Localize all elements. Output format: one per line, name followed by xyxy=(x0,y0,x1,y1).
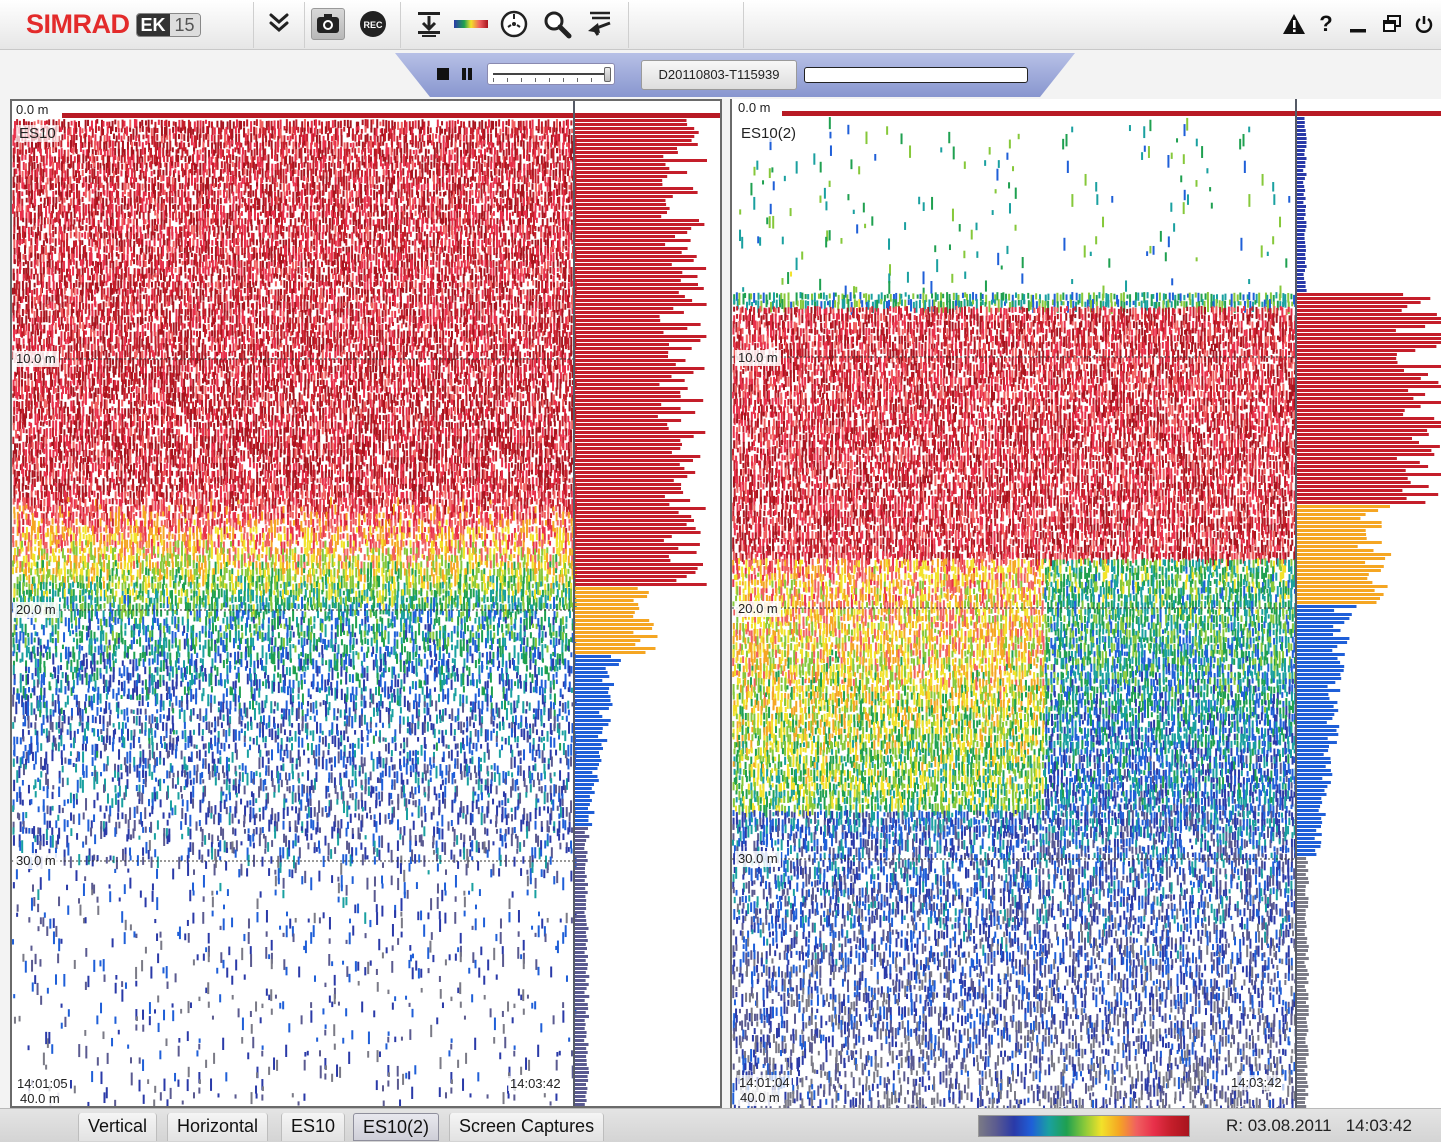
tab-es10[interactable]: ES10 xyxy=(281,1113,346,1141)
depth-profile xyxy=(575,119,707,1106)
depth-label: 30.0 m xyxy=(735,851,781,867)
tab-vertical[interactable]: Vertical xyxy=(78,1113,158,1141)
pause-button[interactable] xyxy=(461,68,473,80)
logo-model-prefix: EK xyxy=(136,13,170,36)
tab-es10-2[interactable]: ES10(2) xyxy=(353,1113,440,1141)
minimize-icon[interactable] xyxy=(1346,10,1370,38)
depth-range-icon[interactable] xyxy=(412,8,446,40)
toolbar-separator xyxy=(628,2,629,48)
color-scale-bar xyxy=(978,1115,1190,1137)
tab-horizontal[interactable]: Horizontal xyxy=(167,1113,269,1141)
logo-model-badge: EK 15 xyxy=(135,12,201,37)
simrad-logo: SIMRAD EK 15 xyxy=(26,9,201,40)
ek15-application: SIMRAD EK 15 REC ? D20110803-T115939 0.0… xyxy=(0,0,1441,1142)
warning-icon[interactable] xyxy=(1282,10,1306,38)
chevrons-down-icon[interactable] xyxy=(262,8,296,40)
replay-bar: D20110803-T115939 xyxy=(395,53,1075,97)
transmit-icon[interactable] xyxy=(582,8,616,40)
status-date: R: 03.08.2011 xyxy=(1226,1116,1332,1135)
echogram-es10[interactable] xyxy=(12,101,720,1106)
toolbar-separator xyxy=(253,2,254,48)
echogram-samples xyxy=(732,117,1297,1108)
channel-label: ES10 xyxy=(16,125,59,142)
end-time-label: 14:03:42 xyxy=(1229,1075,1284,1090)
depth-label: 0.0 m xyxy=(735,100,774,116)
surface-echo-line xyxy=(62,113,720,118)
echogram-samples xyxy=(12,119,577,1106)
status-datetime: R: 03.08.2011 14:03:42 xyxy=(1226,1116,1412,1136)
slider-ticks xyxy=(493,78,604,82)
tab-screen-captures[interactable]: Screen Captures xyxy=(449,1113,605,1141)
bottom-status-bar: Vertical Horizontal ES10 ES10(2) Screen … xyxy=(0,1108,1441,1142)
zoom-icon[interactable] xyxy=(540,8,574,40)
restore-icon[interactable] xyxy=(1380,10,1404,38)
power-icon[interactable] xyxy=(1412,10,1436,38)
echogram-es10-2[interactable] xyxy=(732,99,1441,1108)
color-scale-icon[interactable] xyxy=(454,8,488,40)
start-time-label: 14:01:04 xyxy=(737,1075,792,1090)
surface-echo-line xyxy=(782,111,1441,116)
record-label: REC xyxy=(363,20,383,30)
status-time: 14:03:42 xyxy=(1346,1116,1412,1135)
toolbar-separator xyxy=(400,2,401,48)
depth-label: 30.0 m xyxy=(13,853,59,869)
echogram-panel-es10[interactable]: 0.0 m 10.0 m 20.0 m 30.0 m 40.0 m ES10 1… xyxy=(10,99,722,1108)
main-toolbar: SIMRAD EK 15 REC ? xyxy=(0,0,1441,50)
end-time-label: 14:03:42 xyxy=(508,1076,563,1091)
depth-label: 10.0 m xyxy=(735,350,781,366)
camera-icon[interactable] xyxy=(311,8,345,40)
depth-label: 20.0 m xyxy=(735,601,781,617)
depth-label: 20.0 m xyxy=(13,602,59,618)
logo-model-number: 15 xyxy=(169,13,200,36)
echogram-panel-es10-2[interactable]: 0.0 m 10.0 m 20.0 m 30.0 m 40.0 m ES10(2… xyxy=(730,99,1441,1108)
channel-label: ES10(2) xyxy=(738,125,800,142)
target-icon[interactable] xyxy=(497,8,531,40)
slider-thumb[interactable] xyxy=(604,67,611,82)
toolbar-separator xyxy=(743,2,744,48)
depth-profile xyxy=(1297,117,1441,1108)
start-time-label: 14:01:05 xyxy=(15,1076,70,1091)
stop-button[interactable] xyxy=(437,68,449,80)
toolbar-separator xyxy=(304,2,305,48)
replay-file-name[interactable]: D20110803-T115939 xyxy=(641,60,797,90)
logo-brand-text: SIMRAD xyxy=(26,9,130,40)
help-icon[interactable]: ? xyxy=(1314,10,1338,38)
replay-speed-slider[interactable] xyxy=(487,63,615,85)
depth-label: 40.0 m xyxy=(17,1091,63,1106)
slider-track xyxy=(493,73,604,75)
depth-label: 10.0 m xyxy=(13,351,59,367)
depth-label: 40.0 m xyxy=(737,1090,783,1106)
record-icon[interactable]: REC xyxy=(356,8,390,40)
replay-progress-bar xyxy=(804,67,1028,83)
depth-label: 0.0 m xyxy=(13,102,52,118)
